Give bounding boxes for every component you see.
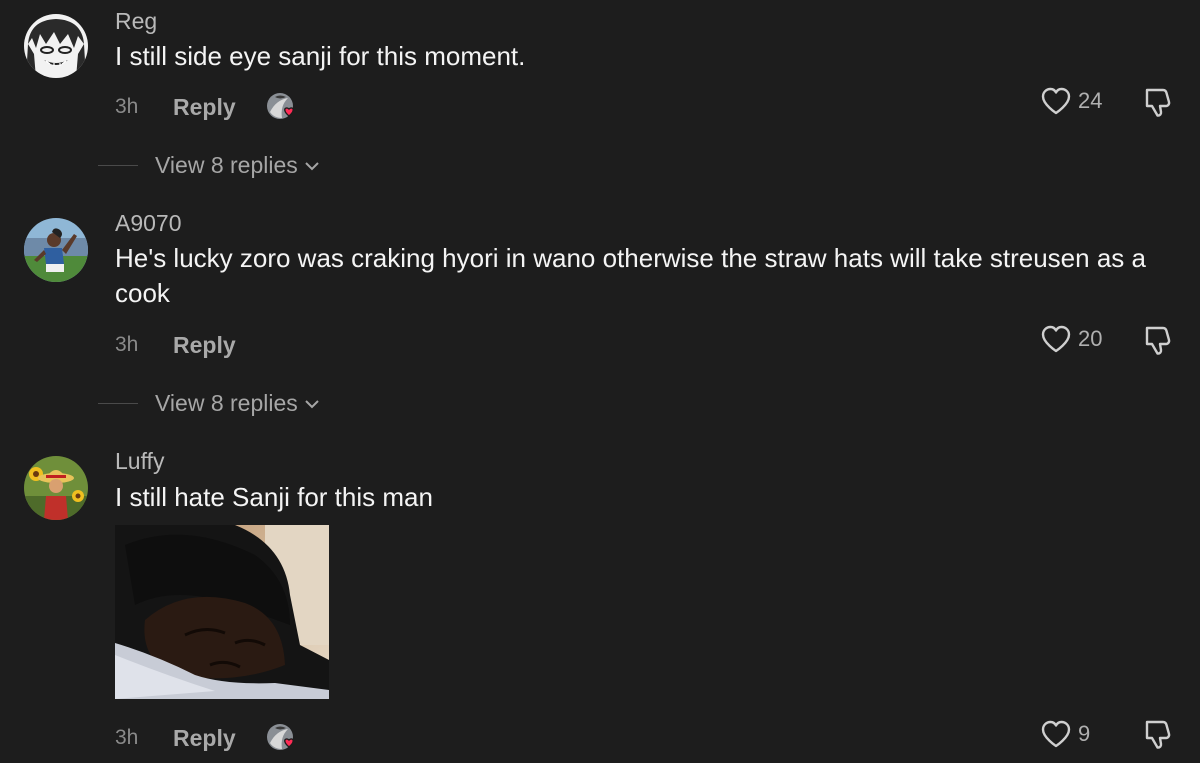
manga-face-avatar-icon <box>24 14 88 78</box>
avatar[interactable] <box>24 456 88 520</box>
comment-username[interactable]: Luffy <box>115 448 164 475</box>
view-replies-button[interactable]: View 8 replies <box>98 390 320 417</box>
comment-time: 3h <box>115 333 139 356</box>
comment-username[interactable]: Reg <box>115 8 157 35</box>
heart-outline-icon <box>1041 720 1071 748</box>
reply-button[interactable]: Reply <box>173 94 236 121</box>
like-count: 24 <box>1078 88 1103 113</box>
like-count: 9 <box>1078 721 1091 746</box>
comment-text: I still side eye sanji for this moment. <box>115 41 526 71</box>
avatar[interactable] <box>24 14 88 78</box>
creator-liked-badge <box>266 92 296 122</box>
dislike-button[interactable] <box>1142 86 1176 123</box>
comment-image[interactable] <box>115 525 329 699</box>
like-button[interactable]: 20 <box>1040 324 1102 354</box>
view-replies-label: View 8 replies <box>155 390 298 416</box>
chevron-down-icon <box>305 161 319 170</box>
comment-time: 3h <box>115 95 139 118</box>
creator-liked-badge <box>266 723 296 753</box>
view-replies-label: View 8 replies <box>155 152 298 178</box>
view-replies-button[interactable]: View 8 replies <box>98 152 320 179</box>
comment-time: 3h <box>115 726 139 749</box>
heart-outline-icon <box>1041 325 1071 353</box>
comment-meta: 3h Reply <box>115 92 296 122</box>
creator-avatar-icon <box>266 93 294 119</box>
sleeping-man-photo <box>115 525 329 699</box>
dislike-button[interactable] <box>1142 718 1176 755</box>
thumbs-down-icon <box>1145 720 1171 749</box>
comment-item: A9070 He's lucky zoro was craking hyori … <box>0 200 1200 440</box>
like-count: 20 <box>1078 326 1103 351</box>
football-player-avatar-icon <box>24 218 88 282</box>
straw-hat-sunflower-avatar-icon <box>24 456 88 520</box>
dislike-button[interactable] <box>1142 324 1176 361</box>
divider <box>98 165 138 166</box>
comment-text: I still hate Sanji for this man <box>115 482 433 512</box>
comment-item: Reg I still side eye sanji for this mome… <box>0 0 1200 200</box>
chevron-down-icon <box>305 399 319 408</box>
avatar[interactable] <box>24 218 88 282</box>
creator-avatar-icon <box>266 724 294 750</box>
like-button[interactable]: 9 <box>1040 719 1090 749</box>
reply-button[interactable]: Reply <box>173 332 236 359</box>
heart-outline-icon <box>1041 87 1071 115</box>
like-button[interactable]: 24 <box>1040 86 1102 116</box>
comment-username[interactable]: A9070 <box>115 210 182 237</box>
divider <box>98 403 138 404</box>
comment-item: Luffy I still hate Sanji for this man 3h <box>0 440 1200 763</box>
comment-text: He's lucky zoro was craking hyori in wan… <box>115 243 1146 308</box>
comment-meta: 3h Reply <box>115 330 236 360</box>
thumbs-down-icon <box>1145 326 1171 355</box>
reply-button[interactable]: Reply <box>173 725 236 752</box>
thumbs-down-icon <box>1145 88 1171 117</box>
comment-meta: 3h Reply <box>115 723 296 753</box>
